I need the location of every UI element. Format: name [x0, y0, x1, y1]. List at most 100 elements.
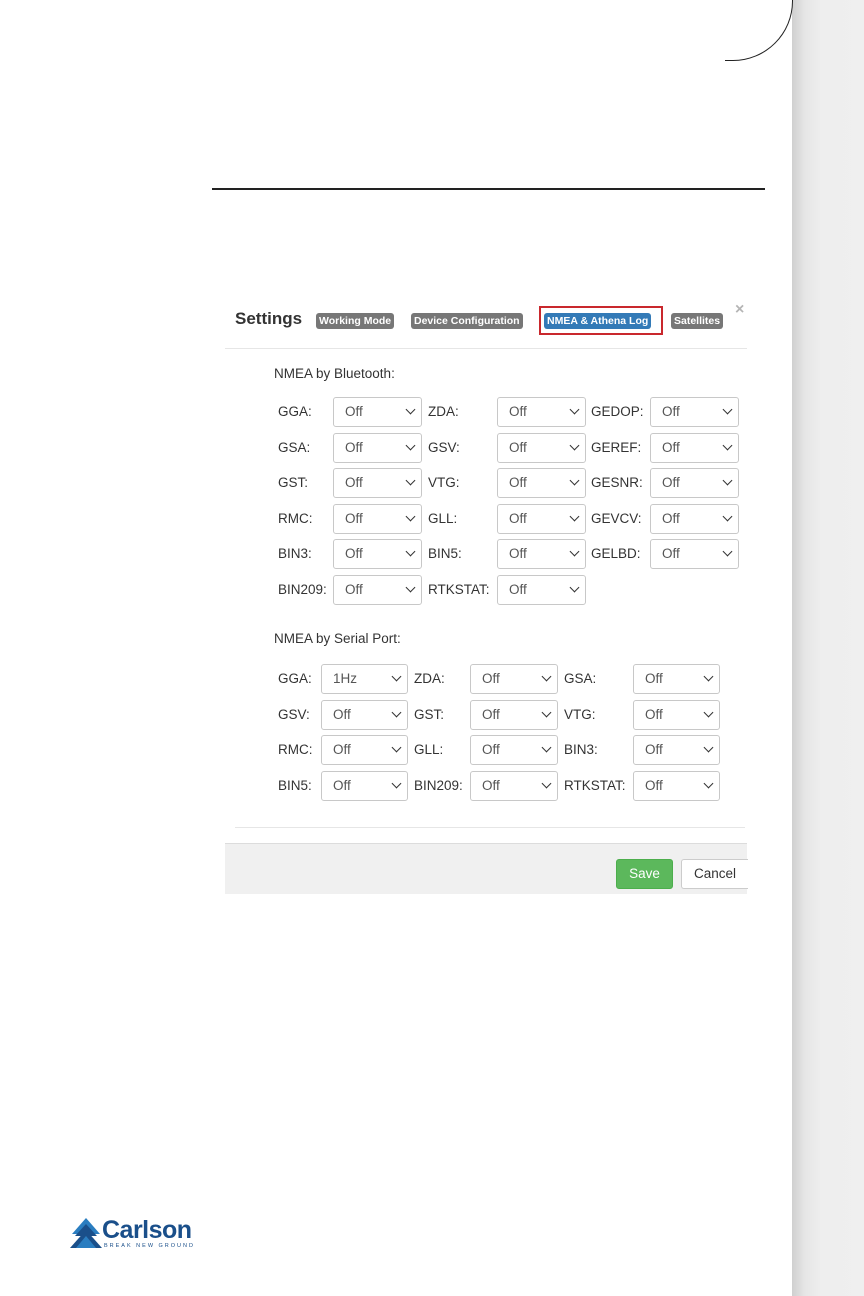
chevron-down-icon: [703, 671, 714, 682]
nmea-select[interactable]: Off: [470, 699, 558, 730]
tab-working-mode[interactable]: Working Mode: [316, 313, 395, 329]
chevron-down-icon: [391, 742, 402, 753]
nmea-select[interactable]: Off: [497, 468, 586, 499]
chevron-down-icon: [405, 475, 416, 486]
field-label: BIN5:: [428, 546, 462, 562]
nmea-select[interactable]: Off: [650, 432, 739, 463]
chevron-down-icon: [722, 511, 733, 522]
nmea-select[interactable]: Off: [633, 664, 720, 694]
field-label: GST:: [414, 706, 445, 722]
chevron-down-icon: [541, 742, 552, 753]
select-value: Off: [509, 475, 527, 491]
nmea-select[interactable]: Off: [497, 503, 586, 534]
field-label: BIN3:: [564, 742, 598, 758]
select-value: Off: [482, 742, 500, 758]
nmea-select[interactable]: Off: [470, 770, 558, 801]
nmea-select[interactable]: Off: [333, 397, 422, 427]
page-tab-cutout: [725, 0, 793, 61]
select-value: Off: [509, 582, 527, 597]
field-label: GEDOP:: [591, 404, 644, 419]
nmea-select[interactable]: Off: [650, 468, 739, 499]
select-value: Off: [509, 439, 527, 455]
field-label: BIN5:: [278, 777, 312, 793]
field-label: ZDA:: [414, 671, 445, 686]
chevron-down-icon: [569, 582, 580, 593]
select-value: Off: [482, 777, 500, 793]
field-label: RTKSTAT:: [428, 582, 490, 597]
select-value: Off: [509, 546, 527, 562]
nmea-select[interactable]: Off: [470, 735, 558, 766]
cancel-button[interactable]: Cancel: [681, 859, 748, 889]
chevron-down-icon: [703, 778, 714, 789]
field-label: BIN209:: [278, 582, 327, 597]
chevron-down-icon: [703, 742, 714, 753]
select-value: Off: [345, 475, 363, 491]
bluetooth-section-title: NMEA by Bluetooth:: [274, 366, 395, 381]
tab-nmea-athena-log[interactable]: NMEA & Athena Log: [544, 313, 652, 329]
select-value: Off: [662, 510, 680, 526]
nmea-select[interactable]: Off: [321, 735, 408, 766]
chevron-down-icon: [569, 546, 580, 557]
select-value: Off: [345, 439, 363, 455]
field-label: RMC:: [278, 510, 313, 526]
nmea-select[interactable]: 1Hz: [321, 664, 408, 694]
field-label: RTKSTAT:: [564, 777, 626, 793]
nmea-select[interactable]: Off: [497, 432, 586, 463]
nmea-select[interactable]: Off: [333, 468, 422, 499]
chevron-down-icon: [703, 707, 714, 718]
tab-satellites[interactable]: Satellites: [671, 313, 724, 329]
select-value: Off: [662, 475, 680, 491]
nmea-select[interactable]: Off: [633, 770, 720, 801]
select-value: Off: [645, 777, 663, 793]
select-value: Off: [345, 404, 363, 419]
chevron-down-icon: [569, 511, 580, 522]
nmea-select[interactable]: Off: [633, 735, 720, 766]
select-value: Off: [333, 777, 351, 793]
tab-device-configuration[interactable]: Device Configuration: [411, 313, 523, 329]
nmea-select[interactable]: Off: [321, 699, 408, 730]
field-label: BIN3:: [278, 546, 312, 562]
chevron-down-icon: [569, 404, 580, 415]
field-label: GSA:: [564, 671, 597, 686]
dialog-title: Settings: [235, 309, 303, 328]
nmea-select[interactable]: Off: [333, 432, 422, 463]
chevron-down-icon: [541, 778, 552, 789]
chevron-down-icon: [405, 582, 416, 593]
field-label: VTG:: [428, 475, 460, 491]
close-icon[interactable]: ×: [735, 301, 744, 319]
nmea-select[interactable]: Off: [497, 539, 586, 570]
field-label: VTG:: [564, 706, 596, 722]
dialog-header: Settings Working Mode Device Configurati…: [225, 296, 747, 349]
save-button[interactable]: Save: [616, 859, 673, 889]
nmea-select[interactable]: Off: [470, 664, 558, 694]
chevron-down-icon: [722, 404, 733, 415]
nmea-select[interactable]: Off: [497, 575, 586, 605]
nmea-select[interactable]: Off: [333, 539, 422, 570]
nmea-select[interactable]: Off: [333, 575, 422, 605]
page-edge-band: [792, 0, 864, 1296]
chevron-down-icon: [405, 511, 416, 522]
nmea-select[interactable]: Off: [321, 770, 408, 801]
field-label: GLL:: [414, 742, 444, 758]
horizontal-rule: [212, 188, 765, 190]
select-value: Off: [482, 706, 500, 722]
field-label: GST:: [278, 475, 309, 491]
select-value: Off: [345, 510, 363, 526]
select-value: 1Hz: [333, 671, 358, 686]
select-value: Off: [662, 546, 680, 562]
nmea-select[interactable]: Off: [633, 699, 720, 730]
chevron-down-icon: [391, 778, 402, 789]
nmea-select[interactable]: Off: [333, 503, 422, 534]
nmea-select[interactable]: Off: [650, 503, 739, 534]
select-value: Off: [345, 582, 363, 597]
field-label: GGA:: [278, 671, 312, 686]
nmea-select[interactable]: Off: [650, 397, 739, 427]
nmea-select[interactable]: Off: [650, 539, 739, 570]
select-value: Off: [333, 706, 351, 722]
chevron-down-icon: [405, 546, 416, 557]
settings-dialog: Settings Working Mode Device Configurati…: [225, 296, 748, 894]
select-value: Off: [645, 742, 663, 758]
chevron-down-icon: [569, 440, 580, 451]
chevron-down-icon: [405, 404, 416, 415]
nmea-select[interactable]: Off: [497, 397, 586, 427]
